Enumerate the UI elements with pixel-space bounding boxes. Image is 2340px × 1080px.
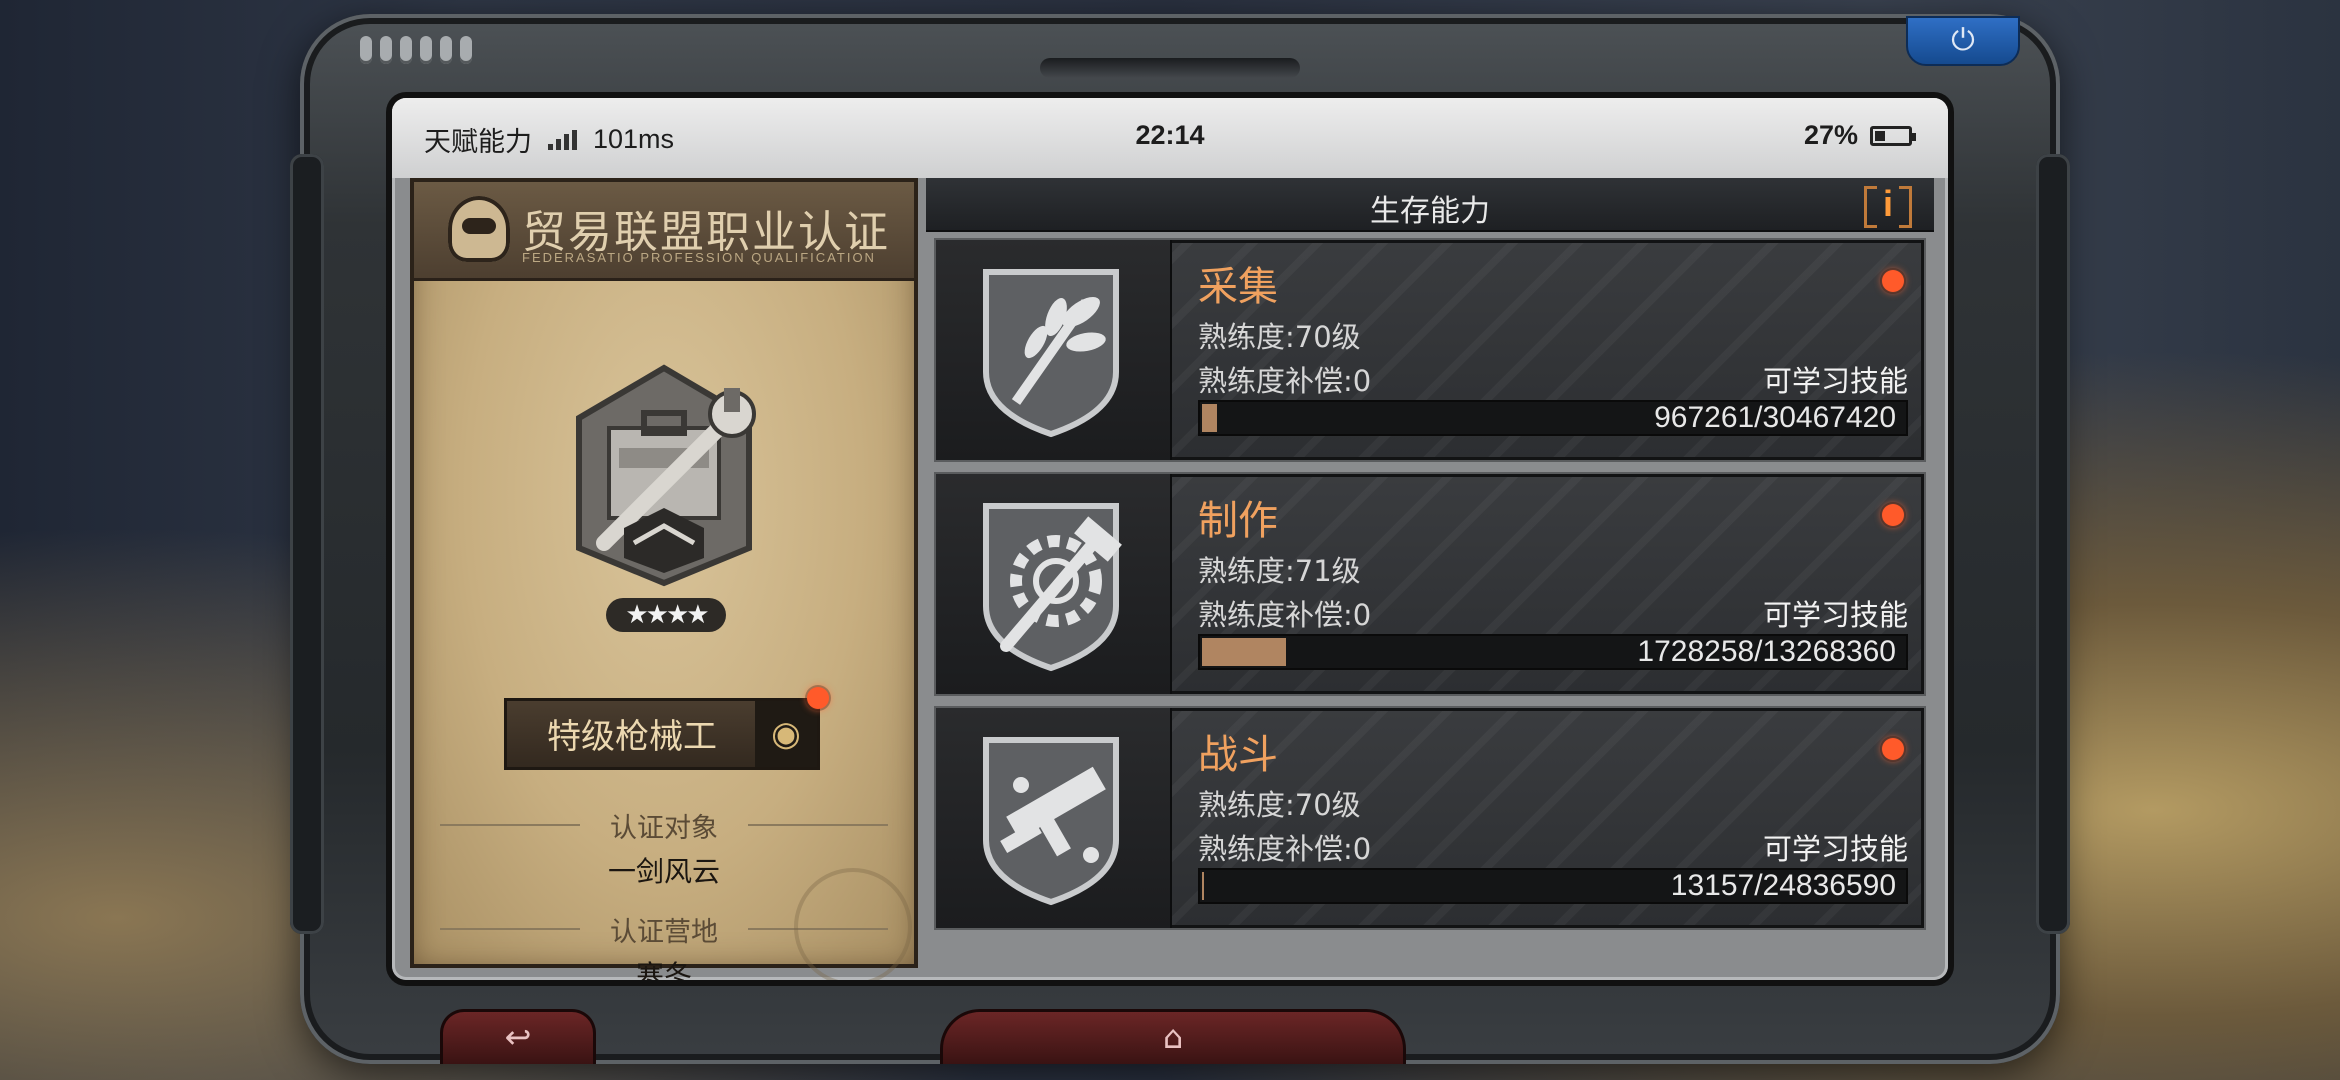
view-eye-button[interactable]: ◉ bbox=[755, 701, 817, 767]
skill-level: 熟练度:71级 bbox=[1198, 554, 1361, 588]
skill-compensation: 熟练度补偿:0 bbox=[1198, 364, 1372, 398]
home-button[interactable]: ⌂ bbox=[940, 1009, 1406, 1064]
panel-title: 生存能力 bbox=[1370, 194, 1490, 229]
screen: 天赋能力 101ms 22:14 27% 贸易联盟职业认证 FEDERASATI… bbox=[392, 98, 1948, 980]
skill-card-gathering[interactable]: 采集 熟练度:70级 熟练度补偿:0 可学习技能 967261/30467420 bbox=[936, 240, 1924, 460]
progress-text: 967261/30467420 bbox=[1654, 401, 1896, 434]
progress-bar: 967261/30467420 bbox=[1198, 400, 1908, 436]
panel-header: 生存能力 i bbox=[926, 178, 1934, 232]
rank-title-button[interactable]: 特级枪械工 ◉ bbox=[504, 687, 829, 770]
clock: 22:14 bbox=[1135, 120, 1205, 150]
learnable-skill-label[interactable]: 可学习技能 bbox=[1763, 358, 1908, 400]
power-button[interactable]: ⏻ bbox=[1906, 16, 2020, 66]
skill-compensation: 熟练度补偿:0 bbox=[1198, 832, 1372, 866]
info-icon: i bbox=[1882, 183, 1893, 224]
wrench-toolbox-badge-icon bbox=[576, 364, 756, 587]
gun-shield-icon bbox=[983, 737, 1119, 906]
skill-compensation: 熟练度补偿:0 bbox=[1198, 598, 1372, 632]
eye-icon: ◉ bbox=[771, 714, 801, 754]
info-button[interactable]: i bbox=[1864, 182, 1912, 228]
target-label: 认证对象 bbox=[410, 806, 918, 845]
certificate-subtitle: FEDERASATIO PROFESSION QUALIFICATION bbox=[522, 250, 876, 265]
federation-logo-icon bbox=[448, 196, 510, 262]
rank-title: 特级枪械工 bbox=[547, 717, 717, 757]
skill-level: 熟练度:70级 bbox=[1198, 320, 1361, 354]
speaker-grille bbox=[360, 36, 472, 64]
progress-bar: 13157/24836590 bbox=[1198, 868, 1908, 904]
notification-dot bbox=[1882, 738, 1904, 760]
learnable-skill-label[interactable]: 可学习技能 bbox=[1763, 592, 1908, 634]
skill-name: 采集 bbox=[1198, 264, 1278, 310]
skill-icon-frame bbox=[936, 474, 1172, 694]
skill-icon-frame bbox=[936, 240, 1172, 460]
progress-text: 1728258/13268360 bbox=[1637, 635, 1896, 668]
side-rail-left bbox=[290, 154, 324, 934]
notification-dot bbox=[1882, 270, 1904, 292]
star-rating: ★★★★ bbox=[606, 598, 726, 632]
certificate-header: 贸易联盟职业认证 FEDERASATIO PROFESSION QUALIFIC… bbox=[414, 182, 914, 281]
certificate-card: 贸易联盟职业认证 FEDERASATIO PROFESSION QUALIFIC… bbox=[410, 178, 918, 980]
battery-percent: 27% bbox=[1803, 120, 1858, 150]
seal-stamp bbox=[794, 868, 912, 980]
skill-card-combat[interactable]: 战斗 熟练度:70级 熟练度补偿:0 可学习技能 13157/24836590 bbox=[936, 708, 1924, 928]
progress-fill bbox=[1202, 404, 1217, 432]
battery-icon bbox=[1870, 125, 1916, 146]
home-icon: ⌂ bbox=[1162, 1018, 1184, 1056]
progress-fill bbox=[1202, 872, 1204, 900]
status-bar: 天赋能力 101ms 22:14 27% bbox=[392, 98, 1948, 178]
skill-level: 熟练度:70级 bbox=[1198, 788, 1361, 822]
herb-shield-icon bbox=[983, 269, 1119, 438]
progress-bar: 1728258/13268360 bbox=[1198, 634, 1908, 670]
skill-list: 采集 熟练度:70级 熟练度补偿:0 可学习技能 967261/30467420 bbox=[936, 240, 1924, 942]
power-icon: ⏻ bbox=[1951, 23, 1975, 58]
skill-card-crafting[interactable]: 制作 熟练度:71级 熟练度补偿:0 可学习技能 1728258/1326836… bbox=[936, 474, 1924, 694]
progress-text: 13157/24836590 bbox=[1670, 869, 1896, 902]
notification-dot bbox=[1882, 504, 1904, 526]
back-arrow-icon: ↩ bbox=[504, 1018, 532, 1056]
learnable-skill-label[interactable]: 可学习技能 bbox=[1763, 826, 1908, 868]
skill-name: 制作 bbox=[1198, 498, 1278, 544]
skill-name: 战斗 bbox=[1198, 732, 1278, 778]
side-rail-right bbox=[2036, 154, 2070, 934]
skill-icon-frame bbox=[936, 708, 1172, 928]
notification-dot bbox=[807, 687, 829, 709]
speaker-slot bbox=[1040, 58, 1300, 78]
gear-hammer-shield-icon bbox=[983, 503, 1122, 672]
progress-fill bbox=[1202, 638, 1287, 666]
back-button[interactable]: ↩ bbox=[440, 1009, 596, 1064]
